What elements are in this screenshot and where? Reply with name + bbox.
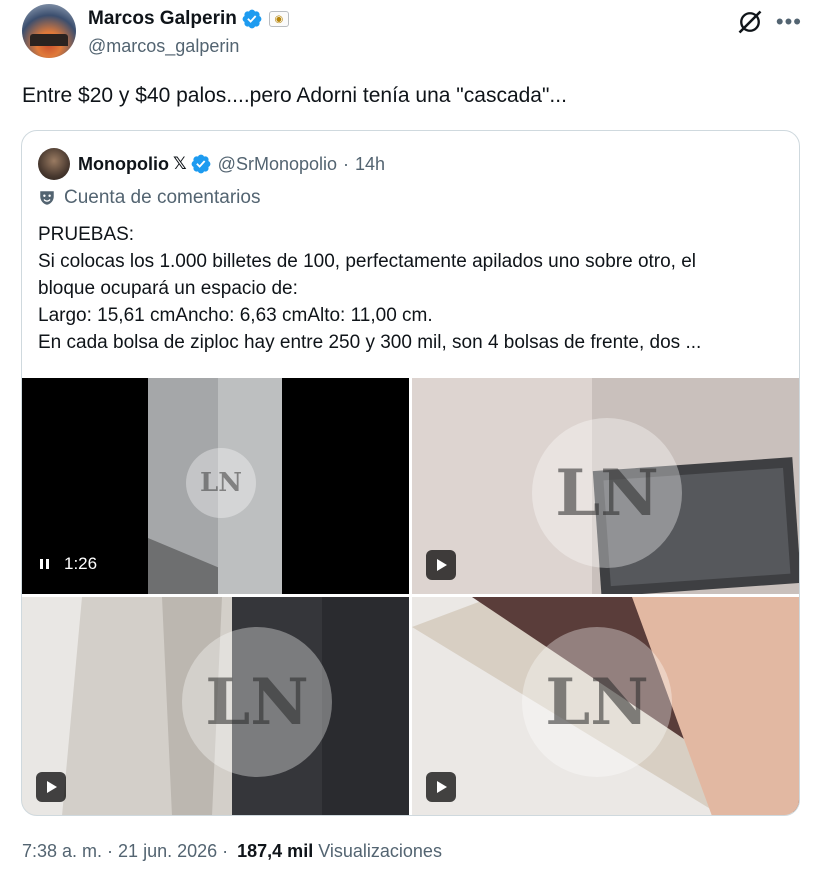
watermark-logo: LN [182, 627, 332, 777]
mask-icon [40, 191, 54, 205]
quote-time: 14h [355, 153, 386, 174]
grok-icon[interactable] [736, 8, 764, 36]
tweet-actions-top: ••• [736, 8, 802, 36]
quote-author-handle: @SrMonopolio [217, 153, 338, 174]
views-count[interactable]: 187,4 mil [237, 841, 313, 862]
video-duration: 1:26 [64, 554, 98, 573]
media-video-2[interactable]: LN [412, 378, 799, 594]
play-icon [437, 559, 447, 571]
separator-dot: · [217, 841, 234, 861]
more-icon[interactable]: ••• [776, 11, 802, 33]
watermark-logo: LN [522, 627, 672, 777]
parody-label-text: Cuenta de comentarios [64, 187, 261, 208]
views-label: Visualizaciones [318, 841, 442, 861]
parody-label: Cuenta de comentarios [38, 187, 260, 209]
quote-line: Si colocas los 1.000 billetes de 100, pe… [38, 251, 697, 272]
watermark-logo: LN [186, 448, 256, 518]
quoted-tweet[interactable]: Monopolio 𝕏 @SrMonopolio · 14h Cuenta de… [21, 130, 800, 816]
quote-header: Monopolio 𝕏 @SrMonopolio · 14h [38, 147, 385, 181]
author-handle[interactable]: @marcos_galperin [88, 36, 239, 57]
tweet-date[interactable]: 21 jun. 2026 [118, 841, 217, 862]
tweet-time[interactable]: 7:38 a. m. [22, 841, 102, 862]
play-button[interactable] [426, 772, 456, 802]
quote-author-avatar [38, 148, 70, 180]
media-video-1[interactable]: LN 1:26 [22, 378, 409, 594]
pause-icon[interactable] [38, 557, 52, 571]
verified-badge-icon [191, 154, 211, 174]
tweet-meta: 7:38 a. m. · 21 jun. 2026 · 187,4 mil Vi… [22, 841, 442, 862]
quote-line: Largo: 15,61 cmAncho: 6,63 cmAlto: 11,00… [38, 305, 433, 326]
x-mark: 𝕏 [172, 154, 187, 173]
author-name[interactable]: Marcos Galperin [88, 8, 237, 30]
media-video-4[interactable]: LN [412, 597, 799, 815]
watermark-logo: LN [532, 418, 682, 568]
affiliate-badge-icon[interactable]: ◉ [268, 11, 289, 27]
author-avatar[interactable] [22, 4, 76, 58]
quote-line: PRUEBAS: [38, 224, 135, 245]
verified-badge-icon[interactable] [241, 8, 263, 30]
separator-dot: · [343, 153, 350, 174]
media-video-3[interactable]: LN [22, 597, 409, 815]
media-grid: LN 1:26 LN LN LN [22, 378, 799, 815]
tweet-text: Entre $20 y $40 palos....pero Adorni ten… [22, 84, 567, 107]
play-icon [47, 781, 57, 793]
quote-text: PRUEBAS: Si colocas los 1.000 billetes d… [38, 221, 788, 356]
separator-dot: · [102, 841, 119, 861]
play-button[interactable] [426, 550, 456, 580]
tweet-header: Marcos Galperin ◉ @marcos_galperin ••• [22, 4, 802, 62]
play-icon [437, 781, 447, 793]
author-name-row: Marcos Galperin ◉ [88, 8, 289, 30]
quote-line: bloque ocupará un espacio de: [38, 278, 298, 299]
video-status: 1:26 [38, 554, 97, 574]
quote-author-name: Monopolio [78, 153, 169, 174]
play-button[interactable] [36, 772, 66, 802]
quote-line: En cada bolsa de ziploc hay entre 250 y … [38, 332, 702, 353]
